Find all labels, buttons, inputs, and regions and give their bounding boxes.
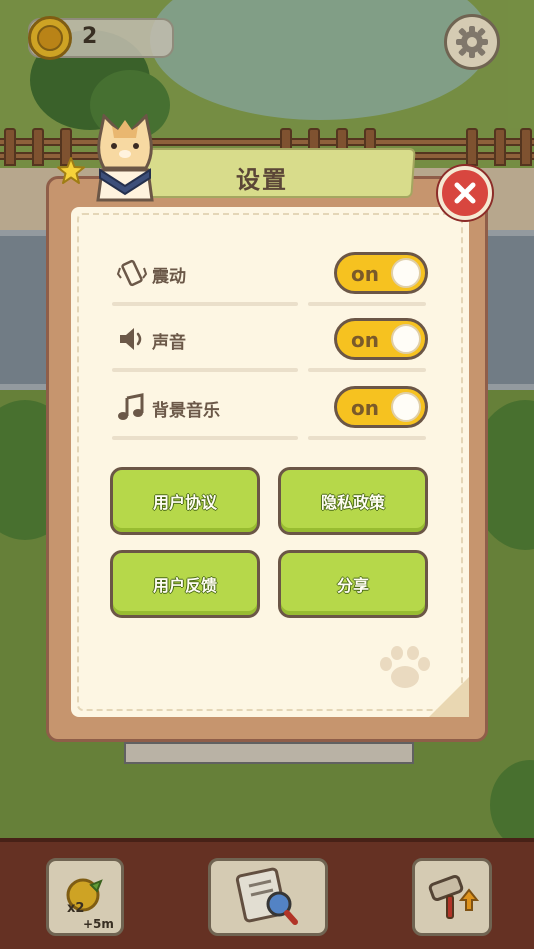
- close-icon: [454, 182, 476, 204]
- vibration-toggle[interactable]: on: [334, 252, 428, 294]
- speaker-icon: [116, 324, 148, 354]
- vibration-icon: [116, 258, 148, 288]
- music-label: 背景音乐: [152, 401, 220, 421]
- vibration-label: 震动: [152, 267, 186, 287]
- toggle-knob: [391, 258, 421, 288]
- vibration-setting-row: 震动 on: [112, 248, 428, 306]
- share-button[interactable]: 分享: [278, 550, 428, 618]
- paw-print-icon: [380, 646, 430, 688]
- feedback-button[interactable]: 用户反馈: [110, 550, 260, 618]
- music-setting-row: 背景音乐 on: [112, 382, 428, 440]
- close-button[interactable]: [438, 166, 492, 220]
- sound-toggle-state: on: [351, 328, 379, 352]
- privacy-policy-button[interactable]: 隐私政策: [278, 467, 428, 535]
- user-agreement-button[interactable]: 用户协议: [110, 467, 260, 535]
- sound-setting-row: 声音 on: [112, 314, 428, 372]
- cat-mascot-icon: [96, 114, 154, 202]
- music-toggle[interactable]: on: [334, 386, 428, 428]
- toggle-knob: [391, 324, 421, 354]
- music-toggle-state: on: [351, 396, 379, 420]
- star-icon: [57, 157, 85, 184]
- music-note-icon: [116, 392, 148, 422]
- settings-title: 设置: [236, 166, 288, 194]
- vibration-toggle-state: on: [351, 262, 379, 286]
- sound-toggle[interactable]: on: [334, 318, 428, 360]
- sound-label: 声音: [152, 333, 186, 353]
- toggle-knob: [391, 392, 421, 422]
